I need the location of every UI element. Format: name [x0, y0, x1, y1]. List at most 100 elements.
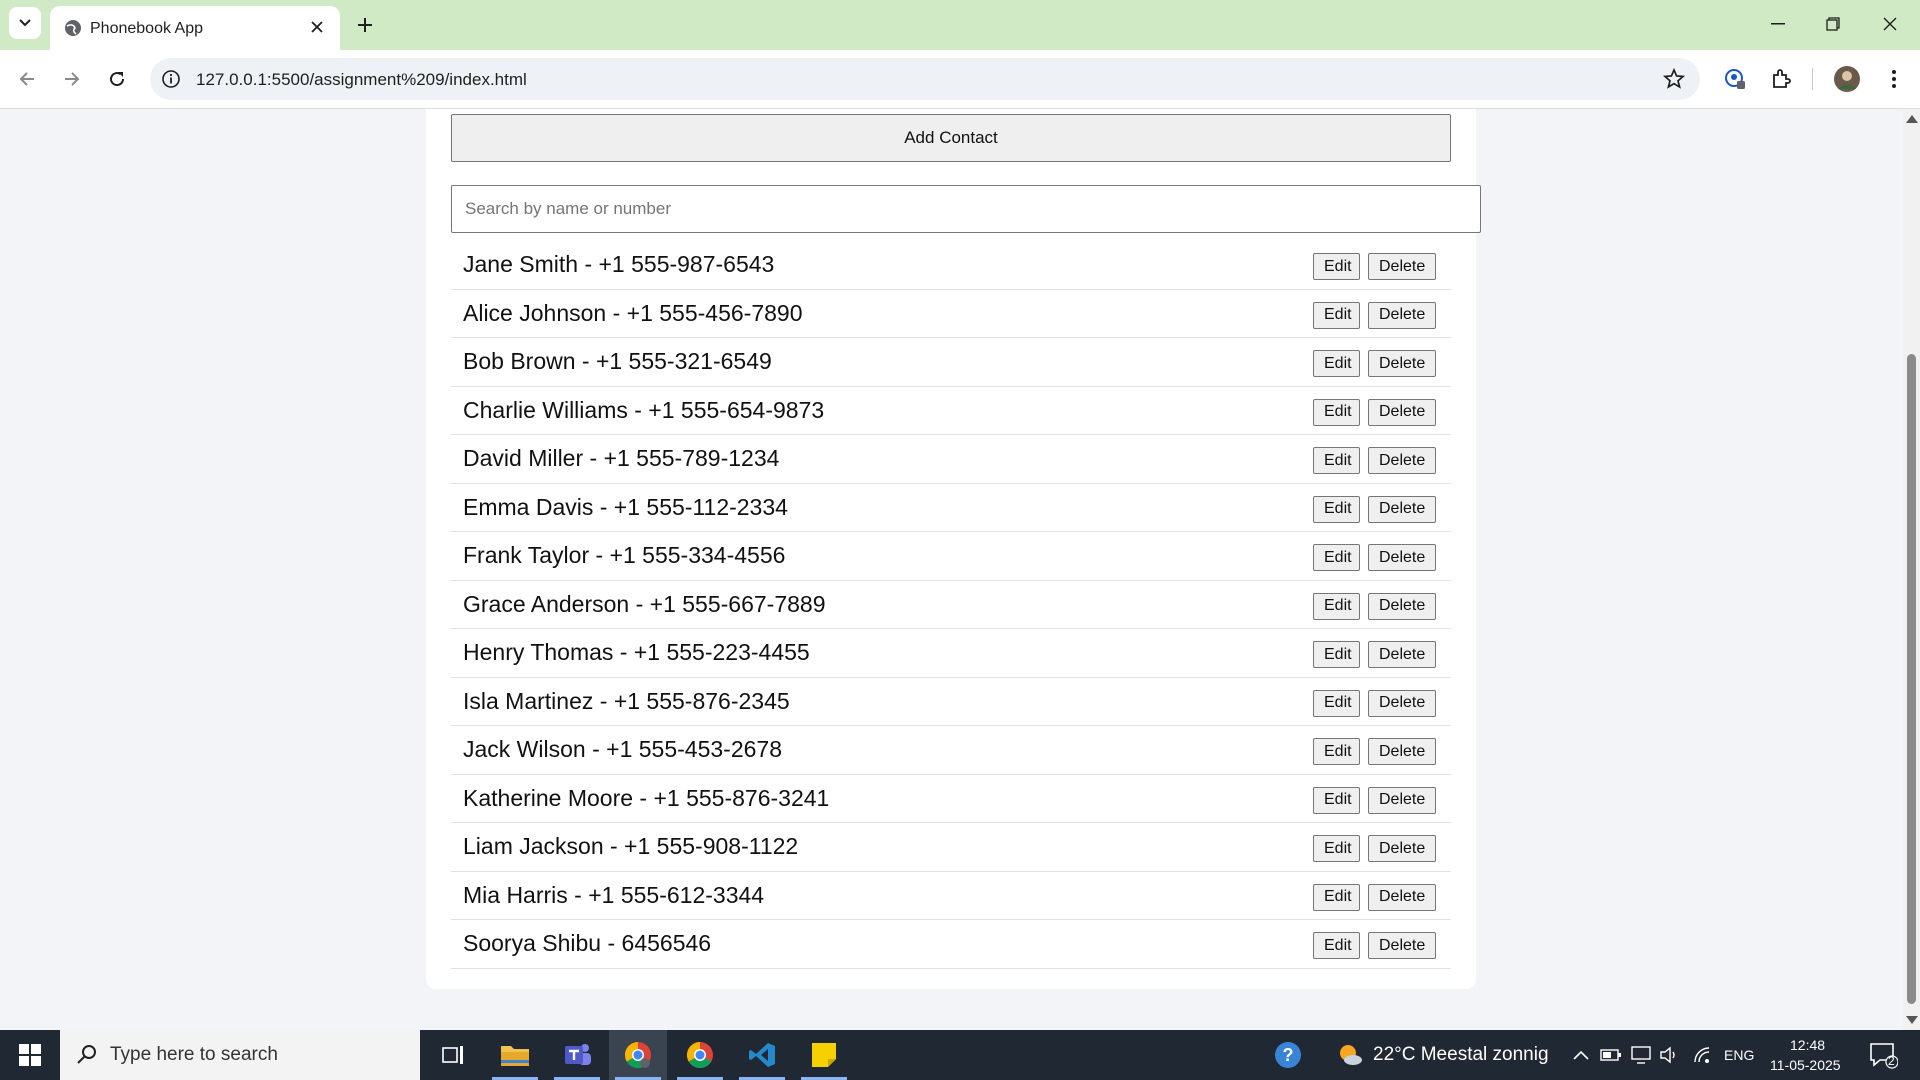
delete-button[interactable]: Delete — [1368, 786, 1436, 814]
delete-button[interactable]: Delete — [1368, 398, 1436, 426]
chrome-icon — [686, 1041, 713, 1069]
delete-button[interactable]: Delete — [1368, 350, 1436, 377]
contact-row: Henry Thomas - +1 555-223-4455 Edit Delete — [451, 629, 1451, 678]
contact-row: Liam Jackson - +1 555-908-1122 Edit Delete — [451, 823, 1451, 872]
browser-toolbar: 127.0.0.1:5500/assignment%209/index.html — [0, 50, 1920, 109]
forward-icon[interactable] — [56, 63, 88, 95]
edit-button[interactable]: Edit — [1313, 398, 1360, 426]
teams-button[interactable] — [548, 1030, 606, 1080]
contact-text: Isla Martinez - +1 555-876-2345 — [463, 687, 790, 714]
delete-button[interactable]: Delete — [1368, 301, 1436, 329]
back-icon[interactable] — [11, 63, 43, 95]
task-view-icon — [442, 1046, 463, 1064]
taskbar-search-placeholder: Type here to search — [110, 1044, 278, 1065]
edit-button[interactable]: Edit — [1313, 738, 1360, 765]
delete-button[interactable]: Delete — [1368, 447, 1436, 474]
toolbar-divider — [1812, 68, 1813, 90]
password-manager-icon[interactable] — [1720, 64, 1750, 94]
search-input[interactable] — [451, 185, 1481, 233]
scroll-up-arrow-icon[interactable] — [1906, 115, 1918, 123]
edit-button[interactable]: Edit — [1313, 932, 1360, 959]
close-tab-icon[interactable] — [306, 16, 328, 38]
delete-button[interactable]: Delete — [1368, 689, 1436, 717]
contact-row: Bob Brown - +1 555-321-6549 Edit Delete — [451, 338, 1451, 387]
edit-button[interactable]: Edit — [1313, 495, 1360, 523]
more-menu-icon[interactable] — [1879, 64, 1909, 94]
weather-icon[interactable] — [1336, 1041, 1364, 1069]
edit-button[interactable]: Edit — [1313, 301, 1360, 329]
taskbar-search-box[interactable]: Type here to search — [60, 1030, 420, 1080]
minimize-icon[interactable] — [1756, 10, 1800, 38]
site-info-icon[interactable] — [160, 68, 182, 90]
delete-button[interactable]: Delete — [1368, 932, 1436, 959]
delete-button[interactable]: Delete — [1368, 544, 1436, 571]
page-scrollbar[interactable] — [1903, 109, 1920, 1030]
contact-text: Katherine Moore - +1 555-876-3241 — [463, 784, 830, 811]
edit-button[interactable]: Edit — [1313, 689, 1360, 717]
chrome-button[interactable] — [671, 1030, 729, 1080]
weather-text[interactable]: 22°C Meestal zonnig — [1373, 1044, 1549, 1066]
bookmark-star-icon[interactable] — [1662, 67, 1686, 91]
sticky-notes-button[interactable] — [795, 1030, 853, 1080]
edit-button[interactable]: Edit — [1313, 350, 1360, 377]
delete-button[interactable]: Delete — [1368, 592, 1436, 620]
edit-button[interactable]: Edit — [1313, 641, 1360, 668]
vscode-button[interactable] — [733, 1030, 791, 1080]
browser-tab-strip: Phonebook App — [0, 0, 1920, 50]
new-tab-icon[interactable] — [352, 12, 378, 38]
clock-time[interactable]: 12:48 — [1790, 1037, 1825, 1053]
edit-button[interactable]: Edit — [1313, 447, 1360, 474]
contact-row: Mia Harris - +1 555-612-3344 Edit Delete — [451, 872, 1451, 920]
reload-icon[interactable] — [101, 63, 133, 95]
volume-icon[interactable] — [1658, 1044, 1680, 1066]
contact-text: Bob Brown - +1 555-321-6549 — [463, 348, 772, 374]
display-icon[interactable] — [1630, 1044, 1652, 1066]
contact-text: Liam Jackson - +1 555-908-1122 — [463, 833, 799, 859]
add-contact-button[interactable]: Add Contact — [451, 114, 1451, 162]
edit-button[interactable]: Edit — [1313, 786, 1360, 814]
delete-button[interactable]: Delete — [1368, 883, 1436, 911]
teams-icon — [565, 1044, 591, 1065]
scroll-down-arrow-icon[interactable] — [1906, 1016, 1918, 1024]
file-explorer-button[interactable] — [486, 1030, 544, 1080]
clock-date[interactable]: 11-05-2025 — [1770, 1057, 1841, 1073]
active-tab[interactable]: Phonebook App — [50, 6, 340, 50]
delete-button[interactable]: Delete — [1368, 641, 1436, 668]
delete-button[interactable]: Delete — [1368, 253, 1436, 280]
contact-text: Charlie Williams - +1 555-654-9873 — [463, 396, 825, 423]
chrome-dev-button[interactable] — [609, 1030, 667, 1080]
address-bar[interactable]: 127.0.0.1:5500/assignment%209/index.html — [150, 58, 1700, 100]
contact-text: Grace Anderson - +1 555-667-7889 — [463, 590, 826, 617]
battery-icon[interactable] — [1600, 1044, 1622, 1066]
svg-text:?: ? — [1283, 1045, 1294, 1065]
edit-button[interactable]: Edit — [1313, 592, 1360, 620]
contact-text: Alice Johnson - +1 555-456-7890 — [463, 299, 803, 326]
windows-start-button[interactable] — [0, 1030, 60, 1080]
page-viewport: Add Contact Jane Smith - +1 555-987-6543… — [0, 109, 1903, 1030]
edit-button[interactable]: Edit — [1313, 253, 1360, 280]
language-indicator[interactable]: ENG — [1724, 1047, 1754, 1063]
help-icon[interactable]: ? — [1274, 1041, 1302, 1069]
contact-text: Frank Taylor - +1 555-334-4556 — [463, 542, 786, 568]
delete-button[interactable]: Delete — [1368, 495, 1436, 523]
restore-icon[interactable] — [1811, 10, 1855, 38]
chevron-down-icon — [19, 19, 31, 27]
scrollbar-thumb[interactable] — [1907, 354, 1916, 1004]
extensions-icon[interactable] — [1766, 64, 1796, 94]
close-window-icon[interactable] — [1868, 10, 1912, 38]
url-text[interactable]: 127.0.0.1:5500/assignment%209/index.html — [196, 70, 527, 90]
chevron-up-icon[interactable] — [1570, 1044, 1592, 1066]
contact-text: Jack Wilson - +1 555-453-2678 — [463, 736, 782, 762]
contact-list: Jane Smith - +1 555-987-6543 Edit Delete Al… — [451, 241, 1451, 969]
contact-row: Jane Smith - +1 555-987-6543 Edit Delete — [451, 241, 1451, 290]
task-view-button[interactable] — [424, 1030, 482, 1080]
edit-button[interactable]: Edit — [1313, 544, 1360, 571]
tab-search-button[interactable] — [9, 7, 41, 39]
delete-button[interactable]: Delete — [1368, 738, 1436, 765]
profile-avatar[interactable] — [1832, 64, 1862, 94]
contact-row: Frank Taylor - +1 555-334-4556 Edit Delete — [451, 532, 1451, 581]
wifi-icon[interactable] — [1692, 1044, 1714, 1066]
edit-button[interactable]: Edit — [1313, 835, 1360, 862]
edit-button[interactable]: Edit — [1313, 883, 1360, 911]
delete-button[interactable]: Delete — [1368, 835, 1436, 862]
